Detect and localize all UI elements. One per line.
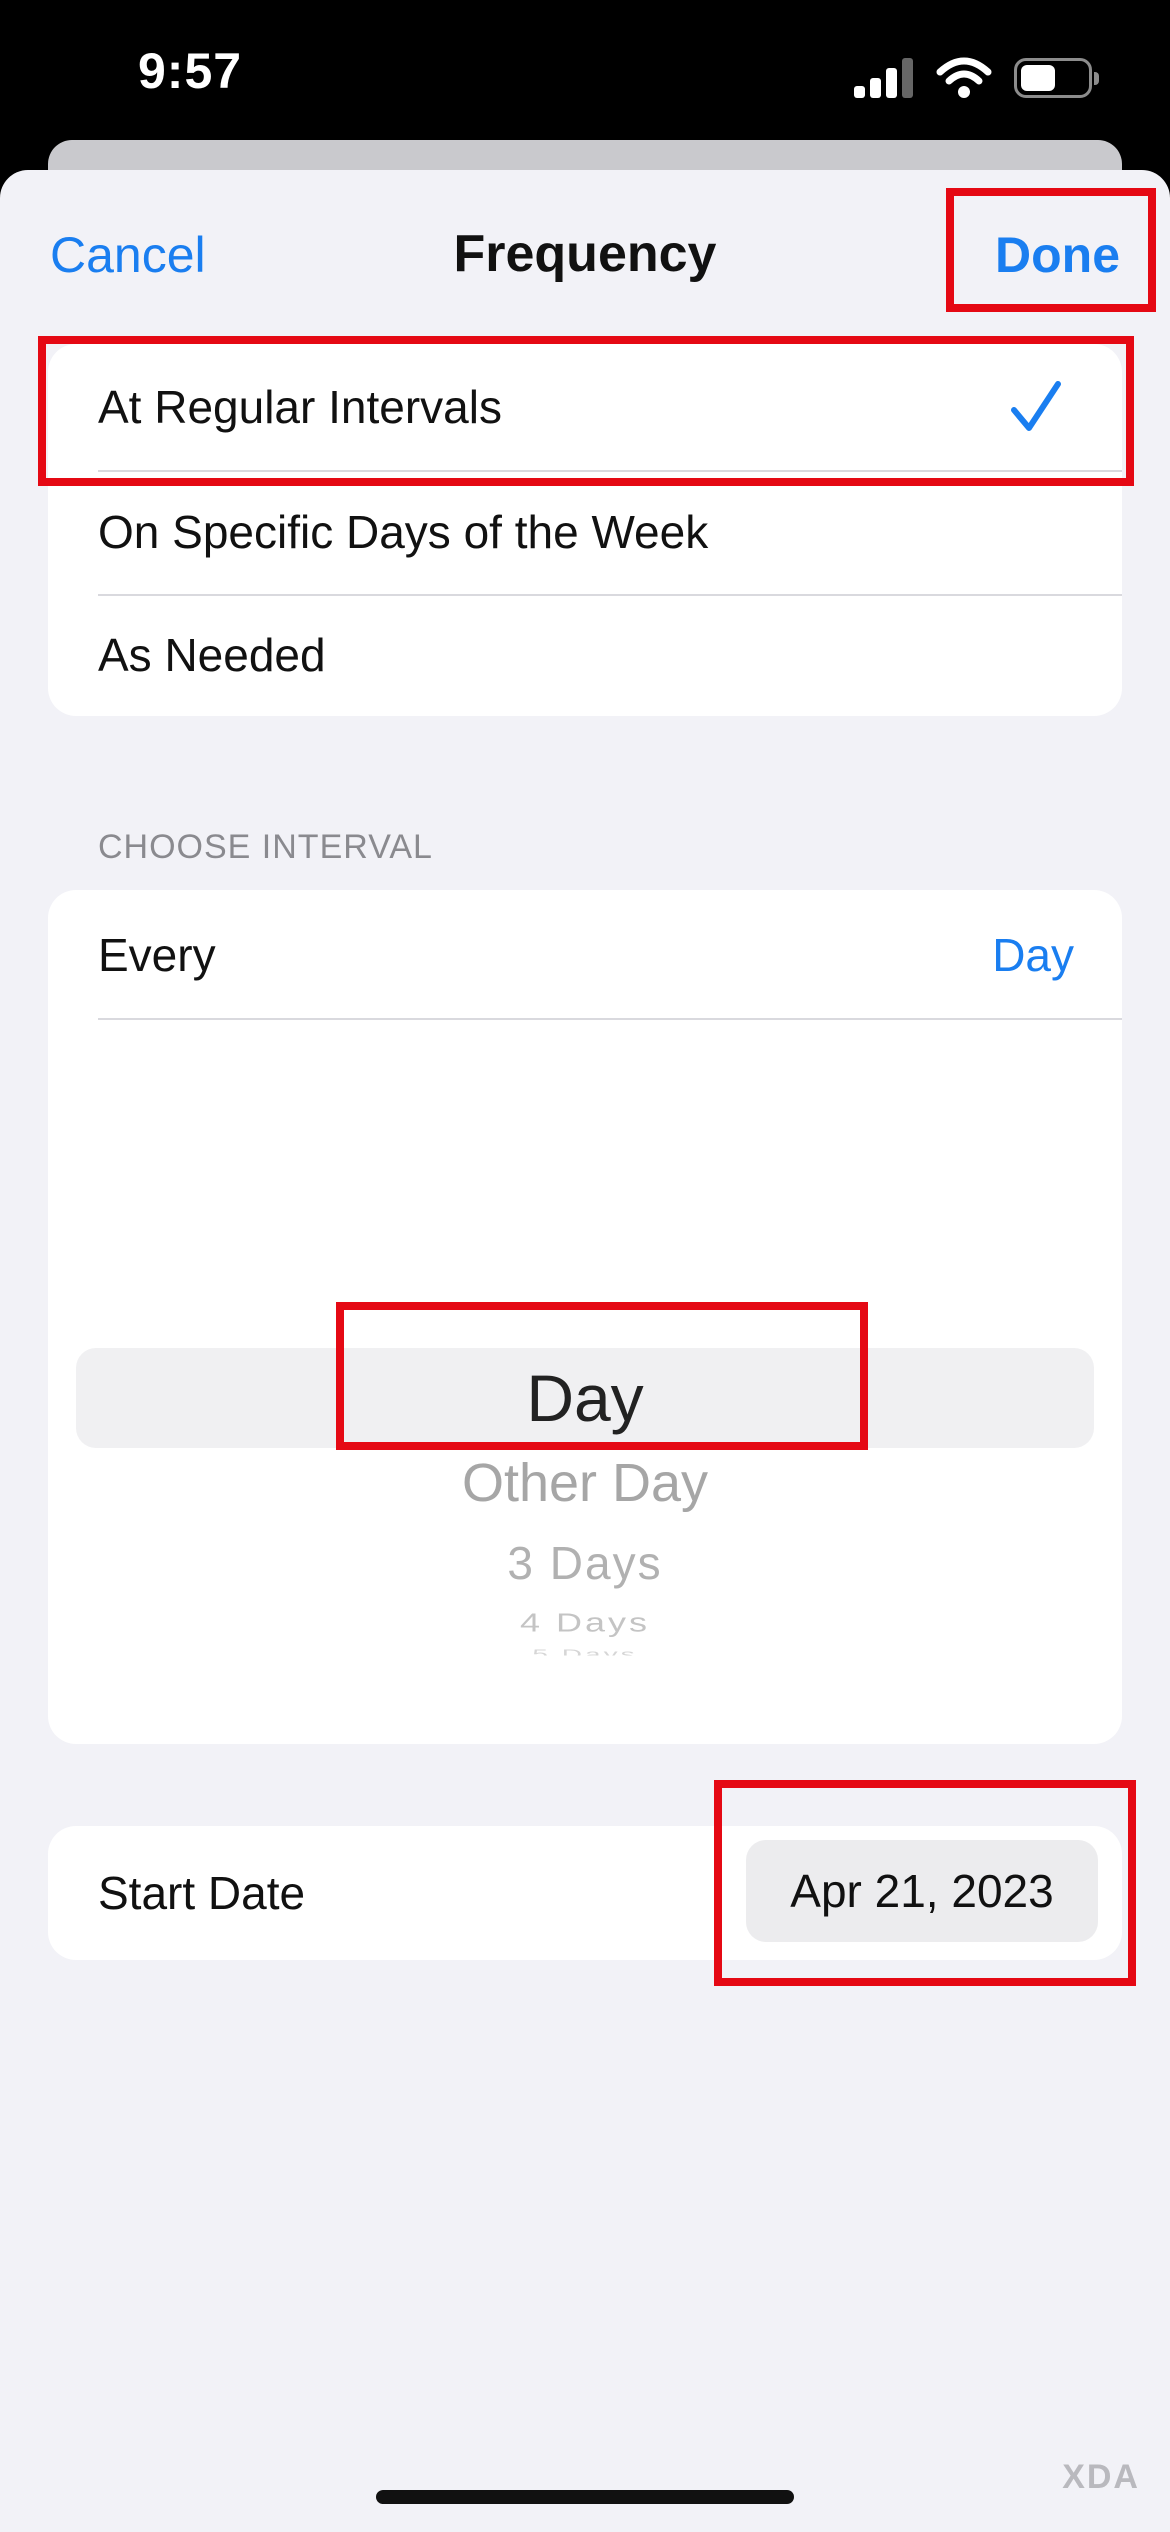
picker-item-selected[interactable]: Day	[48, 1360, 1122, 1436]
option-on-specific-days[interactable]: On Specific Days of the Week	[48, 470, 1122, 594]
done-button[interactable]: Done	[995, 226, 1120, 284]
option-at-regular-intervals[interactable]: At Regular Intervals	[48, 344, 1122, 470]
option-as-needed[interactable]: As Needed	[48, 594, 1122, 716]
option-label: As Needed	[98, 629, 326, 681]
start-date-picker-button[interactable]: Apr 21, 2023	[746, 1840, 1098, 1942]
start-date-label: Start Date	[98, 1867, 306, 1919]
option-label: At Regular Intervals	[98, 381, 502, 433]
interval-picker-wheel[interactable]: Day Other Day 3 Days 4 Days 5 Days	[48, 1020, 1122, 1744]
section-header-choose-interval: CHOOSE INTERVAL	[98, 828, 433, 866]
picker-item[interactable]: 5 Days	[48, 1647, 1122, 1656]
frequency-options-list: At Regular Intervals On Specific Days of…	[48, 344, 1122, 716]
every-row[interactable]: Every Day	[48, 890, 1122, 1020]
option-label: On Specific Days of the Week	[98, 506, 709, 558]
wifi-icon	[936, 57, 992, 98]
nav-bar: Cancel Frequency Done	[0, 170, 1170, 340]
status-time: 9:57	[138, 43, 243, 99]
start-date-row: Start Date Apr 21, 2023	[48, 1826, 1122, 1960]
interval-group: Every Day Day Other Day 3 Days 4 Days 5 …	[48, 890, 1122, 1744]
battery-icon	[1014, 58, 1099, 98]
home-indicator[interactable]	[376, 2490, 794, 2504]
picker-item[interactable]: Other Day	[48, 1452, 1122, 1514]
frequency-sheet: Cancel Frequency Done At Regular Interva…	[0, 170, 1170, 2532]
status-icons	[854, 56, 1099, 100]
picker-item[interactable]: 3 Days	[48, 1536, 1122, 1590]
every-value: Day	[992, 929, 1074, 981]
picker-item[interactable]: 4 Days	[48, 1608, 1122, 1638]
watermark-logo: XDA	[1062, 2458, 1140, 2496]
checkmark-icon	[1011, 381, 1061, 431]
cellular-signal-icon	[854, 58, 914, 98]
start-date-group: Start Date Apr 21, 2023	[48, 1826, 1122, 1960]
every-label: Every	[98, 929, 216, 981]
